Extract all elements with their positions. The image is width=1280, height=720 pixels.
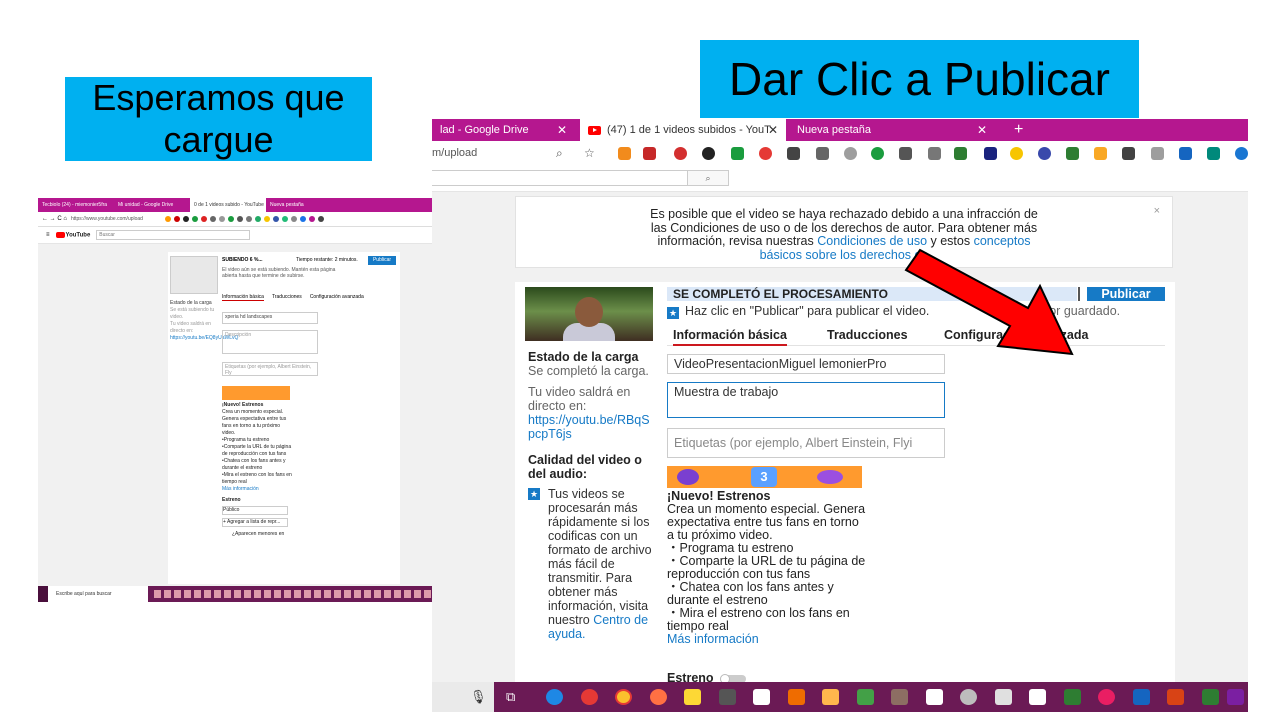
description-input[interactable]: Muestra de trabajo (667, 382, 945, 418)
more-info-link[interactable]: Más información (667, 633, 867, 646)
large-screenshot: lad - Google Drive ✕ (47) 1 de 1 videos … (432, 119, 1248, 712)
small-tab-translations[interactable]: Traducciones (272, 294, 302, 301)
small-add-playlist-button[interactable]: + Agregar a lista de repr... (222, 518, 288, 527)
camera-icon[interactable] (926, 689, 943, 705)
edge-icon[interactable] (546, 689, 563, 705)
small-visibility-select[interactable]: Público (222, 506, 288, 515)
document-icon[interactable] (753, 689, 770, 705)
red-arrow (904, 248, 1074, 356)
small-windows-icon[interactable] (38, 586, 48, 602)
small-upload-info: Estado de la carga Se está subiendo tu v… (170, 300, 239, 342)
microphone-icon[interactable]: 🎙 (470, 689, 487, 705)
small-youtube-header: ≡ YouTube Buscar (38, 227, 432, 244)
word-icon[interactable] (1133, 689, 1150, 705)
small-upload-card: SUBIENDO 6 %... Tiempo restante: 2 minut… (168, 252, 400, 584)
chrome-icon[interactable] (615, 689, 632, 705)
upload-status-panel: Estado de la carga Se completó la carga.… (528, 350, 653, 641)
small-screenshot: Tecbiolo (24) - miemonier5fra Mi unidad … (38, 198, 432, 602)
star-icon: ★ (528, 488, 540, 500)
new-tab-button[interactable]: + (1006, 119, 1032, 141)
caption-right: Dar Clic a Publicar (700, 40, 1139, 118)
firefox-icon[interactable] (650, 689, 667, 705)
youtube-icon (588, 125, 601, 135)
tab-google-drive[interactable]: lad - Google Drive ✕ (432, 119, 575, 141)
user-icon[interactable] (960, 689, 977, 705)
recorder-icon[interactable] (1029, 689, 1046, 705)
small-tab-1[interactable]: Tecbiolo (24) - miemonier5fra (38, 198, 114, 212)
close-icon[interactable]: ✕ (557, 119, 567, 141)
small-upload-message: El video aún se está subiendo. Mantén es… (222, 267, 336, 279)
small-content-tabs: Información básica Traducciones Configur… (222, 294, 364, 301)
small-time-left: Tiempo restante: 2 minutos. (296, 257, 358, 263)
close-icon[interactable]: ✕ (768, 119, 778, 141)
tags-input[interactable]: Etiquetas (por ejemplo, Albert Einstein,… (667, 428, 945, 458)
premiere-info: ¡Nuevo! Estrenos Crea un momento especia… (667, 489, 867, 646)
caption-left: Esperamos que cargue (65, 77, 372, 161)
small-search-input[interactable]: Buscar (96, 230, 251, 240)
small-taskbar-search[interactable]: Escribe aquí para buscar (48, 586, 148, 602)
small-tab-advanced[interactable]: Configuración avanzada (310, 294, 364, 301)
task-view-icon[interactable]: ⧉ (506, 689, 523, 705)
windows-taskbar: 🎙 ⧉ (432, 682, 1248, 712)
small-menu-icon[interactable]: ≡ (46, 232, 50, 238)
video-thumbnail (525, 287, 653, 341)
small-thumbnail (170, 256, 218, 294)
small-nav-icons[interactable]: ← → C ⌂ (42, 216, 67, 222)
excel-icon[interactable] (1202, 689, 1219, 705)
youtube-header: ⌕ (432, 165, 1248, 192)
small-description-input[interactable]: Descripción (222, 330, 318, 354)
tab-new-tab[interactable]: Nueva pestaña ✕ (789, 119, 995, 141)
small-taskbar-apps[interactable] (154, 590, 431, 598)
small-tab-3[interactable]: 0 de 1 videos subido - YouTube (190, 198, 266, 212)
small-publish-button[interactable]: Publicar (368, 256, 396, 265)
spreadsheet-icon[interactable] (1064, 689, 1081, 705)
close-icon[interactable]: ✕ (977, 119, 987, 141)
small-title-input[interactable]: xperia hd landscapes (222, 312, 318, 324)
youtube-search-input[interactable] (432, 170, 688, 186)
powerpoint-icon[interactable] (1167, 689, 1184, 705)
small-video-link[interactable]: https://youtu.be/EQ8yUaWLvQ (170, 335, 238, 342)
small-address-bar: ← → C ⌂ https://www.youtube.com/upload (38, 212, 432, 227)
image-icon[interactable] (857, 689, 874, 705)
small-youtube-logo[interactable]: YouTube (55, 231, 90, 238)
zoom-icon[interactable]: ⌕ (556, 146, 563, 161)
small-tab-2[interactable]: Mi unidad - Google Drive (114, 198, 190, 212)
tab-youtube-upload[interactable]: (47) 1 de 1 videos subidos - YouT ✕ (580, 119, 786, 141)
gem-icon[interactable] (1098, 689, 1115, 705)
bookmark-star-icon[interactable]: ☆ (584, 146, 595, 160)
small-premiere-banner (222, 386, 290, 400)
media-icon[interactable] (822, 689, 839, 705)
onenote-icon[interactable] (1227, 689, 1244, 705)
small-tab-4[interactable]: Nueva pestaña (266, 198, 342, 212)
paint-icon[interactable] (891, 689, 908, 705)
small-tab-bar: Tecbiolo (24) - miemonier5fra Mi unidad … (38, 198, 432, 212)
publish-hint: ★ Haz clic en "Publicar" para publicar el… (667, 304, 930, 319)
premiere-banner: 3 (667, 466, 862, 488)
calculator-icon[interactable] (995, 689, 1012, 705)
address-bar: m/upload ⌕ ☆ (432, 141, 1248, 166)
small-url[interactable]: https://www.youtube.com/upload (71, 215, 161, 224)
close-icon[interactable]: × (1154, 205, 1160, 219)
small-premiere-text: ¡Nuevo! Estrenos Crea un momento especia… (222, 402, 294, 538)
small-extension-icons[interactable] (164, 216, 324, 222)
calendar-icon[interactable] (719, 689, 736, 705)
opera-icon[interactable] (581, 689, 598, 705)
tab-translations[interactable]: Traducciones (827, 328, 908, 342)
small-taskbar: Escribe aquí para buscar (38, 586, 432, 602)
small-tab-basic[interactable]: Información básica (222, 294, 264, 301)
file-explorer-icon[interactable] (684, 689, 701, 705)
small-tags-input[interactable]: Etiquetas (por ejemplo, Albert Einstein,… (222, 362, 318, 376)
video-url-link[interactable]: https://youtu.be/RBqSpcpT6js (528, 413, 653, 441)
browser-tab-bar: lad - Google Drive ✕ (47) 1 de 1 videos … (432, 119, 1248, 141)
star-icon: ★ (667, 307, 679, 319)
search-icon[interactable]: ⌕ (687, 170, 729, 186)
vlc-icon[interactable] (788, 689, 805, 705)
small-more-info-link[interactable]: Más información (222, 486, 294, 493)
tab-basic-info[interactable]: Información básica (673, 328, 787, 346)
